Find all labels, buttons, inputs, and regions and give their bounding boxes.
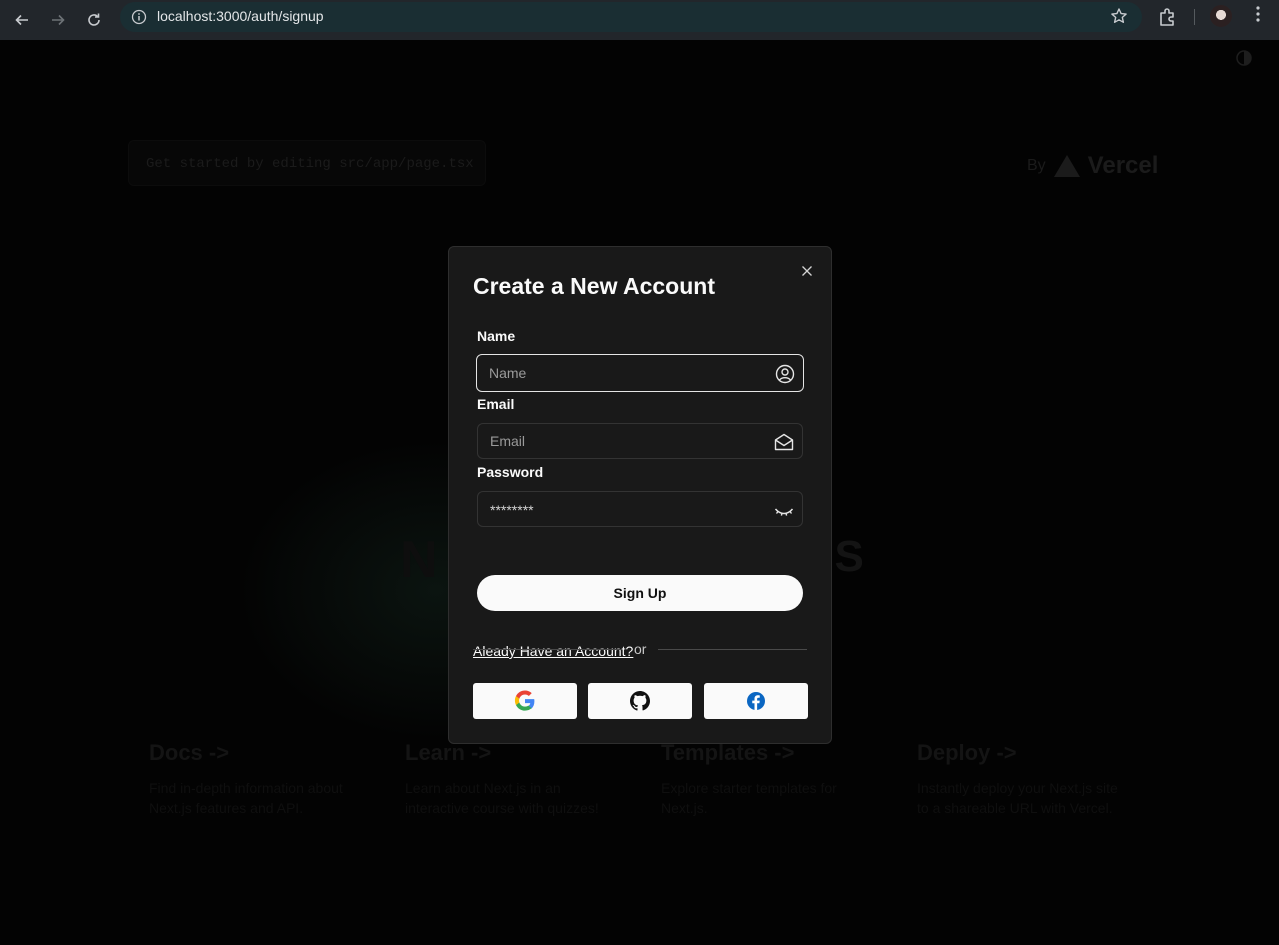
- name-input[interactable]: [489, 355, 759, 391]
- get-started-text: Get started by editing src/app/page.tsx: [146, 156, 474, 172]
- site-info-icon[interactable]: [128, 6, 150, 28]
- sign-up-button[interactable]: Sign Up: [477, 575, 803, 611]
- card-grid: Docs -> Find in-depth information about …: [133, 740, 1157, 860]
- name-label: Name: [477, 328, 516, 344]
- signup-modal: Create a New Account Name Email Password…: [448, 246, 832, 744]
- url-text[interactable]: localhost:3000/auth/signup: [157, 8, 324, 24]
- bookmark-star-icon[interactable]: [1110, 7, 1128, 28]
- google-icon: [514, 690, 535, 711]
- card-templates[interactable]: Templates -> Explore starter templates f…: [661, 740, 901, 818]
- name-field[interactable]: [476, 354, 804, 392]
- github-signin-button[interactable]: [588, 683, 692, 719]
- toolbar-divider: [1194, 9, 1195, 25]
- divider-right: [658, 649, 807, 650]
- card-title: Docs ->: [149, 740, 230, 765]
- github-icon: [630, 691, 650, 711]
- already-have-account-link[interactable]: Aleady Have an Account?: [473, 643, 633, 659]
- arrow-left-icon: [15, 14, 28, 26]
- profile-avatar[interactable]: [1210, 5, 1232, 27]
- arrow-right-icon: [52, 14, 65, 26]
- password-input[interactable]: ********: [490, 502, 534, 518]
- browser-toolbar: localhost:3000/auth/signup: [0, 0, 1279, 40]
- envelope-open-icon: [774, 433, 794, 451]
- theme-toggle-icon[interactable]: [1234, 48, 1254, 68]
- card-description: Find in-depth information about Next.js …: [149, 780, 343, 816]
- get-started-box: Get started by editing src/app/page.tsx: [128, 140, 486, 186]
- google-signin-button[interactable]: [473, 683, 577, 719]
- card-learn[interactable]: Learn -> Learn about Next.js in an inter…: [405, 740, 645, 818]
- by-vercel-link[interactable]: By Vercel: [1027, 152, 1158, 180]
- email-input[interactable]: [490, 424, 760, 458]
- email-label: Email: [477, 396, 515, 412]
- reload-icon: [88, 13, 100, 26]
- password-field[interactable]: ********: [477, 491, 803, 527]
- divider-left: [473, 649, 622, 650]
- address-bar[interactable]: localhost:3000/auth/signup: [120, 2, 1142, 32]
- facebook-signin-button[interactable]: [704, 683, 808, 719]
- next-logo: N: [400, 531, 438, 589]
- reload-button[interactable]: [76, 4, 112, 36]
- forward-button[interactable]: [40, 4, 76, 36]
- card-description: Explore starter templates for Next.js.: [661, 780, 837, 816]
- card-description: Learn about Next.js in an interactive co…: [405, 780, 599, 816]
- modal-title: Create a New Account: [473, 273, 715, 299]
- close-icon[interactable]: [799, 263, 815, 279]
- page-content: Get started by editing src/app/page.tsx …: [0, 40, 1279, 945]
- email-field[interactable]: [477, 423, 803, 459]
- card-title: Deploy ->: [917, 740, 1017, 765]
- extensions-icon[interactable]: [1156, 5, 1180, 29]
- card-docs[interactable]: Docs -> Find in-depth information about …: [149, 740, 389, 818]
- user-circle-icon: [775, 364, 795, 384]
- back-button[interactable]: [4, 4, 40, 36]
- vercel-logo-word: Vercel: [1087, 152, 1159, 179]
- card-deploy[interactable]: Deploy -> Instantly deploy your Next.js …: [917, 740, 1157, 818]
- kebab-menu-icon[interactable]: [1248, 5, 1268, 29]
- vercel-triangle-icon: [1053, 155, 1080, 177]
- facebook-icon: [747, 692, 765, 710]
- password-label: Password: [477, 464, 544, 480]
- card-description: Instantly deploy your Next.js site to a …: [917, 780, 1118, 816]
- eye-closed-icon[interactable]: [774, 500, 794, 520]
- or-divider-text: or: [634, 641, 647, 657]
- by-label: By: [1027, 157, 1046, 174]
